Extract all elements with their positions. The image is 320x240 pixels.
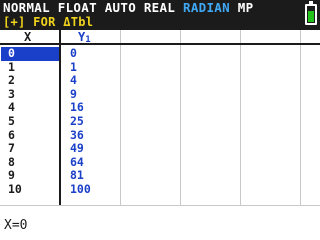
table-row: 11 [0, 60, 320, 75]
cell-y1[interactable]: 0 [70, 46, 77, 61]
table-hint: [+] FOR ΔTbl [3, 15, 94, 29]
cell-y1[interactable]: 36 [70, 128, 84, 143]
table-row: 7 49 [0, 142, 320, 156]
cell-x[interactable]: 2 [8, 74, 15, 88]
table-row: 00 [0, 46, 320, 61]
mode-suffix: MP [229, 0, 254, 15]
cell-x[interactable]: 6 [8, 128, 15, 143]
cell-x[interactable]: 10 [8, 182, 22, 197]
entry-divider [0, 205, 320, 206]
table-row: 5 25 [0, 114, 320, 129]
cell-y1[interactable]: 16 [70, 101, 84, 115]
table-row: 9 81 [0, 169, 320, 183]
column-header-x[interactable]: X [24, 30, 31, 45]
column-header-y1[interactable]: Y1 [78, 30, 91, 45]
cell-x[interactable]: 3 [8, 87, 15, 102]
column-header-y-sub: 1 [85, 35, 91, 45]
table-row: 10 100 [0, 182, 320, 197]
cell-y1[interactable]: 100 [70, 182, 91, 197]
cell-y1[interactable]: 81 [70, 169, 84, 183]
cell-x[interactable]: 9 [8, 169, 15, 183]
table-row: 39 [0, 87, 320, 102]
cell-y1[interactable]: 25 [70, 114, 84, 129]
table-header: X Y1 [0, 30, 320, 45]
battery-level [308, 11, 314, 22]
table-row: 24 [0, 74, 320, 88]
cell-y1[interactable]: 49 [70, 142, 84, 156]
battery-nub [309, 1, 313, 4]
mode-status: NORMAL FLOAT AUTO REAL RADIAN MP [3, 0, 253, 15]
status-bar: NORMAL FLOAT AUTO REAL RADIAN MP [+] FOR… [0, 0, 320, 30]
cell-x[interactable]: 4 [8, 101, 15, 115]
table-view: X Y1 0 0 1 1 2 4 3 9 4 16 5 25 6 36 7 49 8 64 9 81 10 100 [0, 30, 320, 205]
cell-x[interactable]: 0 [8, 46, 15, 61]
cell-y1[interactable]: 4 [70, 74, 77, 88]
cell-x[interactable]: 5 [8, 114, 15, 129]
cell-x[interactable]: 7 [8, 142, 15, 156]
cell-y1[interactable]: 9 [70, 87, 77, 102]
cell-x[interactable]: 8 [8, 155, 15, 170]
table-row: 6 36 [0, 128, 320, 143]
angle-mode: RADIAN [183, 0, 230, 15]
cell-y1[interactable]: 64 [70, 155, 84, 170]
entry-line: X=0 [4, 218, 28, 233]
cell-x[interactable]: 1 [8, 60, 15, 75]
table-row: 4 16 [0, 101, 320, 115]
battery-icon [305, 1, 317, 25]
table-row: 8 64 [0, 155, 320, 170]
mode-prefix: NORMAL FLOAT AUTO REAL [3, 0, 183, 15]
cell-y1[interactable]: 1 [70, 60, 77, 75]
